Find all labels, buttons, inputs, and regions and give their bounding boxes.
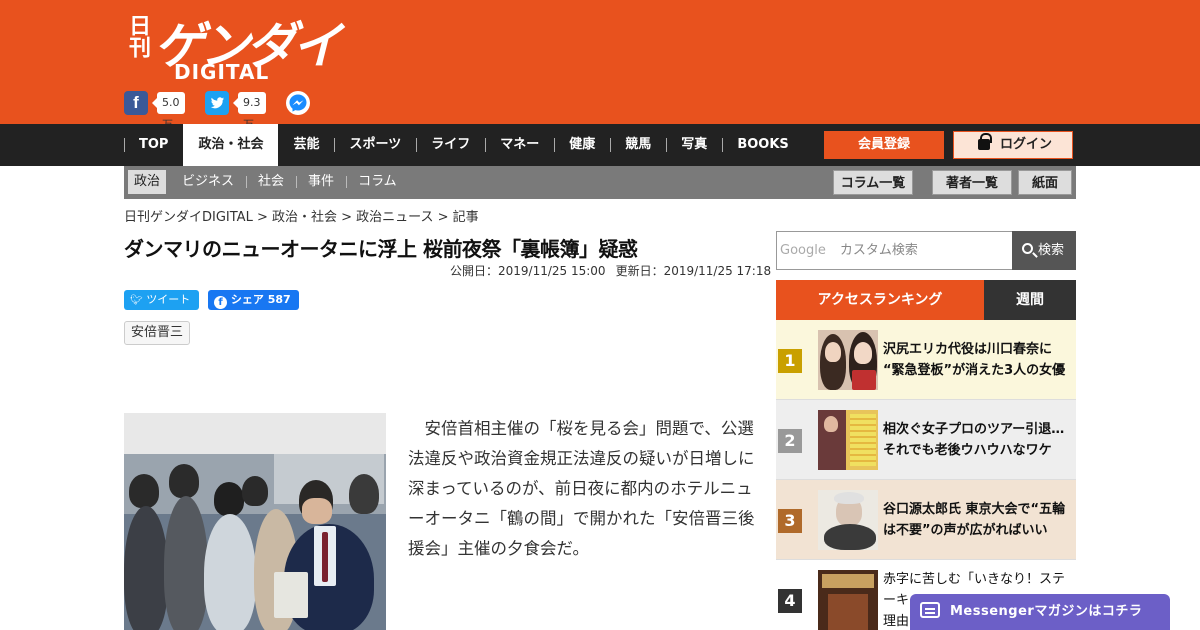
article-photo xyxy=(124,413,386,630)
article-title: ダンマリのニューオータニに浮上 桜前夜祭「裏帳簿」疑惑 xyxy=(124,237,638,261)
nav-item[interactable]: 競馬 xyxy=(610,124,666,166)
ranking-title-line1: 沢尻エリカ代役は川口春奈に xyxy=(883,342,1053,357)
subnav-item[interactable]: 政治 xyxy=(128,170,167,194)
share-count: 587 xyxy=(267,293,291,306)
messenger-magazine-button[interactable]: Messengerマガジンはコチラ xyxy=(910,594,1170,630)
tag-chip[interactable]: 安倍晋三 xyxy=(124,321,191,345)
nav-item[interactable]: マネー xyxy=(485,124,554,166)
facebook-icon[interactable]: f xyxy=(124,91,148,115)
twitter-bird-icon: 🐦︎ xyxy=(130,295,143,306)
rank-number: 1 xyxy=(778,349,802,373)
updated-date: 更新日：2019/11/25 17:18 xyxy=(615,264,772,278)
press-photo-image xyxy=(124,454,386,630)
messenger-icon[interactable] xyxy=(286,91,310,115)
lock-icon xyxy=(978,133,992,150)
article-body: 安倍首相主催の「桜を見る会」問題で、公選法違反や政治資金規正法違反の疑いが日増し… xyxy=(408,419,755,558)
search-icon xyxy=(1022,243,1033,254)
tab-access-ranking[interactable]: アクセスランキング xyxy=(776,280,984,320)
subnav-item[interactable]: 社会 xyxy=(246,170,296,194)
subnav-item[interactable]: ビジネス xyxy=(170,170,246,194)
ranking-item[interactable]: 1 沢尻エリカ代役は川口春奈に “緊急登板”が消えた3人の女優 xyxy=(776,320,1076,400)
chat-bubble-icon xyxy=(920,602,940,618)
search-button[interactable]: 検索 xyxy=(1012,231,1076,270)
ranking-title-line1: 赤字に苦しむ「いきなり！ステ xyxy=(883,572,1066,587)
ranking-title-line1: 相次ぐ女子プロのツアー引退… xyxy=(883,422,1065,437)
site-header: 日刊 ゲンダイ DIGITAL f 5.0万 9.3万 xyxy=(0,0,1200,131)
ranking-title: 沢尻エリカ代役は川口春奈に “緊急登板”が消えた3人の女優 xyxy=(883,339,1073,381)
ranking-thumbnail xyxy=(818,570,878,630)
column-list-button[interactable]: コラム一覧 xyxy=(833,170,913,195)
ranking-thumbnail xyxy=(818,330,878,390)
article-dates: 公開日：2019/11/25 15:00 更新日：2019/11/25 17:18 xyxy=(440,262,771,279)
login-label: ログイン xyxy=(1000,137,1053,152)
nav-item[interactable]: TOP xyxy=(124,124,183,166)
rank-number: 4 xyxy=(778,589,802,613)
published-date: 公開日：2019/11/25 15:00 xyxy=(450,264,606,278)
logo-nikkan: 日刊 xyxy=(125,14,150,58)
ranking-title-line1: 谷口源太郎氏 東京大会で“五輪 xyxy=(883,502,1066,517)
breadcrumb[interactable]: 日刊ゲンダイDIGITAL > 政治・社会 > 政治ニュース > 記事 xyxy=(124,206,479,225)
ranking-title-line2: は不要”の声が広がればいい xyxy=(883,523,1048,538)
ranking-title: 谷口源太郎氏 東京大会で“五輪 は不要”の声が広がればいい xyxy=(883,499,1073,541)
nav-item[interactable]: スポーツ xyxy=(334,124,416,166)
messenger-label: Messengerマガジンはコチラ xyxy=(950,604,1143,619)
author-list-button[interactable]: 著者一覧 xyxy=(932,170,1012,195)
sub-nav: 政治 ビジネス 社会 事件 コラム コラム一覧 著者一覧 紙面 xyxy=(124,166,1076,199)
search-placeholder: カスタム検索 xyxy=(839,243,918,258)
facebook-count: 5.0万 xyxy=(152,92,185,131)
share-label: シェア xyxy=(230,293,264,306)
rank-number: 3 xyxy=(778,509,802,533)
ranking-thumbnail xyxy=(818,490,878,550)
newspaper-button[interactable]: 紙面 xyxy=(1018,170,1072,195)
search-box: Google カスタム検索 検索 xyxy=(776,231,1076,270)
ranking-item[interactable]: 3 谷口源太郎氏 東京大会で“五輪 は不要”の声が広がればいい xyxy=(776,480,1076,560)
nav-item[interactable]: 健康 xyxy=(554,124,610,166)
subnav-item[interactable]: コラム xyxy=(346,170,409,194)
site-logo[interactable]: 日刊 ゲンダイ DIGITAL xyxy=(125,10,342,84)
nav-item[interactable]: 芸能 xyxy=(278,124,334,166)
ranking-title-line2: “緊急登板”が消えた3人の女優 xyxy=(883,363,1066,378)
subnav-item[interactable]: 事件 xyxy=(296,170,346,194)
facebook-f-icon: f xyxy=(214,296,227,309)
facebook-share-button[interactable]: f シェア 587 xyxy=(208,290,299,310)
ranking-item[interactable]: 2 相次ぐ女子プロのツアー引退… それでも老後ウハウハなワケ xyxy=(776,400,1076,480)
twitter-count: 9.3万 xyxy=(233,92,266,131)
ranking-title: 相次ぐ女子プロのツアー引退… それでも老後ウハウハなワケ xyxy=(883,419,1073,461)
tab-weekly[interactable]: 週間 xyxy=(984,280,1076,320)
search-button-label: 検索 xyxy=(1038,243,1065,258)
google-label: Google xyxy=(780,243,826,258)
search-input[interactable]: Google カスタム検索 xyxy=(776,231,1013,270)
nav-item[interactable]: ライフ xyxy=(416,124,485,166)
nav-item[interactable]: 政治・社会 xyxy=(183,124,279,166)
tweet-button[interactable]: 🐦︎ ツイート xyxy=(124,290,199,310)
ranking-thumbnail xyxy=(818,410,878,470)
login-button[interactable]: ログイン xyxy=(953,131,1073,159)
logo-digital: DIGITAL xyxy=(174,60,270,84)
rank-number: 2 xyxy=(778,429,802,453)
nav-item[interactable]: 写真 xyxy=(666,124,722,166)
ranking-title-line2: それでも老後ウハウハなワケ xyxy=(883,443,1052,458)
tweet-label: ツイート xyxy=(146,293,191,306)
nav-item[interactable]: BOOKS xyxy=(722,124,803,166)
register-button[interactable]: 会員登録 xyxy=(824,131,944,159)
twitter-icon[interactable] xyxy=(205,91,229,115)
